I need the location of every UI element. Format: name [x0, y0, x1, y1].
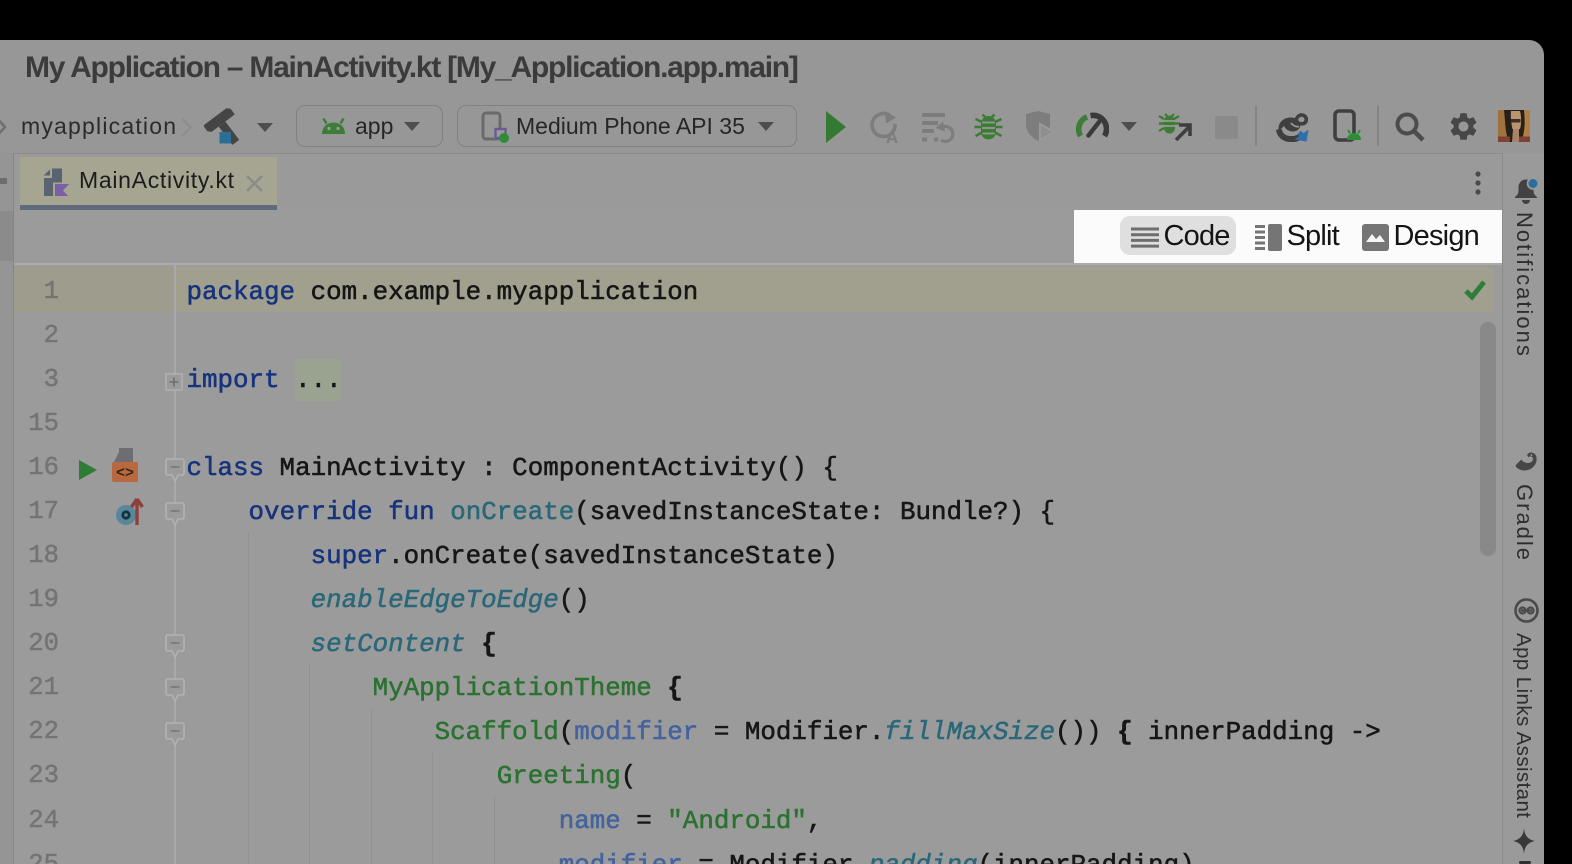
svg-text:<>: <> [116, 465, 134, 482]
svg-text:A: A [886, 128, 898, 144]
